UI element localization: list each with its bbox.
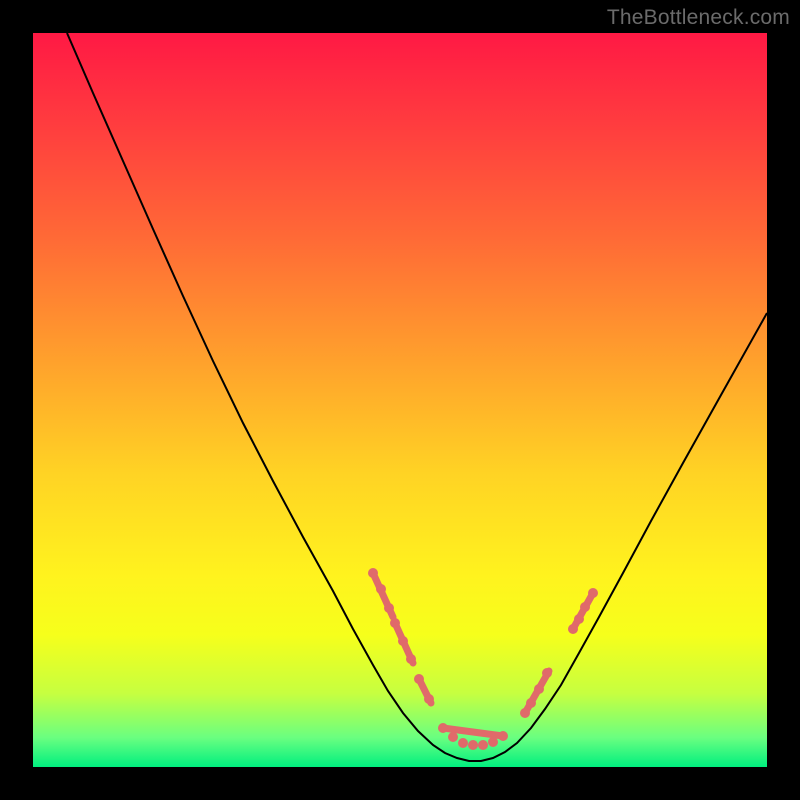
marker-dot [438,723,448,733]
marker-dot [406,654,416,664]
marker-dots [368,568,598,750]
marker-dot [414,674,424,684]
marker-dot [588,588,598,598]
marker-dot [574,614,584,624]
chart-svg [33,33,767,767]
marker-dot [424,694,434,704]
marker-dot [398,636,408,646]
marker-dot [488,737,498,747]
marker-dot [448,732,458,742]
chart-plot-area [33,33,767,767]
marker-segments [373,573,593,736]
marker-dot [390,618,400,628]
marker-dot [498,731,508,741]
marker-dot [580,602,590,612]
marker-dot [534,684,544,694]
chart-frame: TheBottleneck.com [0,0,800,800]
marker-dot [542,668,552,678]
marker-dot [520,708,530,718]
marker-dot [376,584,386,594]
marker-dot [468,740,478,750]
marker-dot [384,603,394,613]
marker-dot [458,738,468,748]
marker-dot [368,568,378,578]
marker-dot [526,698,536,708]
watermark-text: TheBottleneck.com [607,6,790,30]
marker-dot [568,624,578,634]
marker-dot [478,740,488,750]
bottleneck-curve [67,33,767,761]
